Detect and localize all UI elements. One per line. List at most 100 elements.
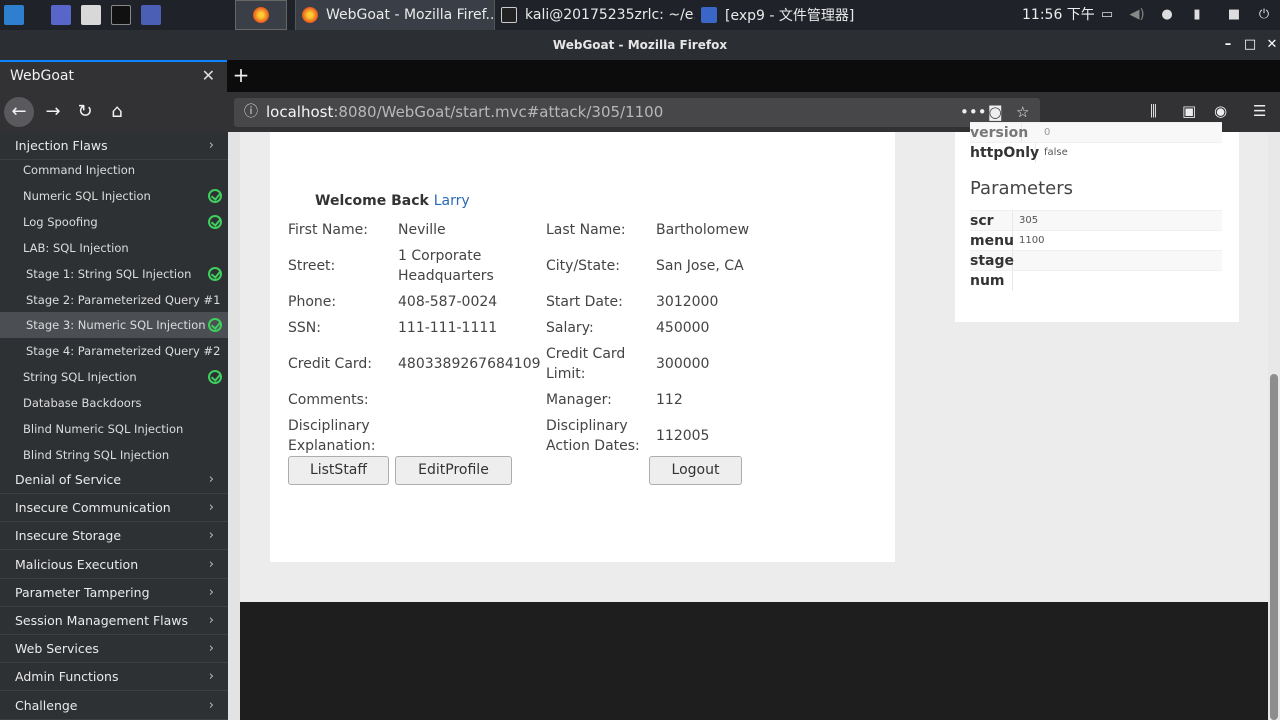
desktop-icon[interactable] [51,5,71,25]
power-icon[interactable]: ⏻ [1256,7,1272,23]
forward-button[interactable]: → [38,97,68,127]
library-icon[interactable]: ⫼ [1150,102,1157,120]
menu-category[interactable]: Parameter Tampering › [0,579,228,607]
manager-value: 112 [656,392,683,408]
firefox-launcher[interactable] [235,0,287,30]
welcome-message: Welcome Back Larry [315,193,470,209]
parameter-value: 305 [1019,215,1039,226]
chevron-right-icon: › [208,641,214,657]
ssn-label: SSN: [288,320,321,336]
first-name-value: Neville [398,222,446,238]
menu-category[interactable]: Insecure Communication › [0,494,228,523]
request-info-panel: version 0 httpOnly false Parameters scr 3… [955,122,1239,322]
credit-card-limit-value: 300000 [656,356,710,372]
page-scrollbar[interactable] [1268,132,1280,720]
lesson-item[interactable]: Log Spoofing [0,209,228,235]
lesson-item[interactable]: Blind Numeric SQL Injection [0,416,228,442]
parameter-row: menu 1100 [970,230,1222,251]
cookie-key: version [970,123,1029,143]
parameter-row: scr 305 [970,210,1222,231]
notification-bell-icon[interactable]: ● [1159,7,1175,23]
close-window-button[interactable]: ✕ [1262,30,1280,60]
menu-category[interactable]: Denial of Service › [0,466,228,494]
url-bar[interactable]: ⓘ localhost:8080/WebGoat/start.mvc#attac… [234,98,1040,127]
clock[interactable]: 11:56 下午 [1022,0,1095,30]
taskbar-item-terminal[interactable]: kali@20175235zrlc: ~/e... [495,0,695,30]
menu-category-injection-flaws[interactable]: Injection Flaws › [0,132,228,160]
reload-button[interactable]: ↻ [70,97,100,127]
menu-category[interactable]: Web Services › [0,635,228,664]
lesson-item[interactable]: Stage 1: String SQL Injection [0,261,228,287]
display-icon[interactable]: ▭ [1099,7,1115,23]
lesson-item[interactable]: Numeric SQL Injection [0,183,228,209]
chevron-right-icon: › [208,528,214,544]
last-name-label: Last Name: [546,222,626,238]
file-manager-icon[interactable] [81,5,101,25]
logout-button[interactable]: Logout [649,456,742,485]
minimize-button[interactable]: – [1218,30,1238,60]
back-button[interactable]: ← [4,97,34,127]
screen-recorder-icon[interactable] [141,5,161,25]
credit-card-limit-label-line-2: Limit: [546,366,586,382]
manager-label: Manager: [546,392,612,408]
lesson-item-label: Stage 2: Parameterized Query #1 [26,292,221,307]
sidebar-toggle-icon[interactable]: ▣ [1182,102,1196,120]
list-staff-button[interactable]: ListStaff [288,456,389,485]
salary-label: Salary: [546,320,594,336]
lesson-item[interactable]: Stage 2: Parameterized Query #1 [0,287,228,313]
menu-category[interactable]: Session Management Flaws › [0,607,228,635]
credit-card-label: Credit Card: [288,356,373,372]
taskbar-item-firefox[interactable]: WebGoat - Mozilla Firef... [295,0,495,30]
menu-category-label: Web Services [15,641,99,657]
scrollbar-thumb[interactable] [1270,374,1278,720]
volume-icon[interactable]: ◀) [1129,7,1145,23]
lesson-item[interactable]: Command Injection [0,157,228,183]
url-host: localhost [266,103,334,121]
menu-category[interactable]: Challenge › [0,692,228,720]
welcome-user-name: Larry [433,193,470,209]
menu-category[interactable]: Malicious Execution › [0,551,228,579]
kali-menu-icon[interactable] [4,5,24,25]
lesson-item-label: Database Backdoors [23,396,142,411]
url-text[interactable]: localhost:8080/WebGoat/start.mvc#attack/… [266,98,663,127]
tab-webgoat[interactable]: WebGoat ✕ [0,60,227,92]
completed-check-icon [208,266,222,281]
chevron-right-icon: › [208,472,214,487]
maximize-button[interactable]: □ [1240,30,1260,60]
home-button[interactable]: ⌂ [102,97,132,127]
account-icon[interactable]: ◉ [1214,102,1227,120]
battery-icon[interactable]: ▮ [1189,7,1205,23]
comments-label: Comments: [288,392,369,408]
menu-hamburger-icon[interactable]: ☰ [1253,102,1266,120]
edit-profile-button[interactable]: EditProfile [395,456,512,485]
cookie-value: 0 [1044,127,1051,138]
chevron-right-icon: › [208,669,214,685]
lesson-item[interactable]: LAB: SQL Injection [0,235,228,261]
chevron-right-icon: › [208,556,214,572]
cookie-row-httponly: httpOnly false [970,142,1222,163]
terminal-launcher-icon[interactable] [111,5,131,25]
menu-category[interactable]: Admin Functions › [0,663,228,692]
disciplinary-action-dates-label-line-1: Disciplinary [546,418,628,434]
phone-value: 408-587-0024 [398,294,498,310]
terminal-icon [501,7,517,23]
lesson-item[interactable]: Stage 4: Parameterized Query #2 [0,338,228,364]
taskbar-item-files[interactable]: [exp9 - 文件管理器] [695,0,895,30]
lesson-item[interactable]: Stage 3: Numeric SQL Injection [0,312,228,339]
cookie-value: false [1044,147,1068,158]
new-tab-button[interactable]: + [230,62,252,88]
site-info-icon[interactable]: ⓘ [244,98,258,127]
disciplinary-action-dates-value: 112005 [656,428,710,444]
lock-icon[interactable]: ■ [1226,7,1242,23]
window-title: WebGoat - Mozilla Firefox [552,38,728,52]
welcome-prefix: Welcome Back [315,193,429,209]
cookie-row-version: version 0 [970,122,1222,143]
lesson-item[interactable]: Database Backdoors [0,390,228,416]
lesson-item[interactable]: Blind String SQL Injection [0,442,228,468]
parameter-key: scr [970,211,1013,231]
lesson-item[interactable]: String SQL Injection [0,364,228,390]
start-date-value: 3012000 [656,294,719,310]
menu-category[interactable]: Insecure Storage › [0,522,228,551]
page-content: Welcome Back Larry First Name: Neville L… [228,122,1280,720]
tab-close-button[interactable]: ✕ [202,66,215,85]
